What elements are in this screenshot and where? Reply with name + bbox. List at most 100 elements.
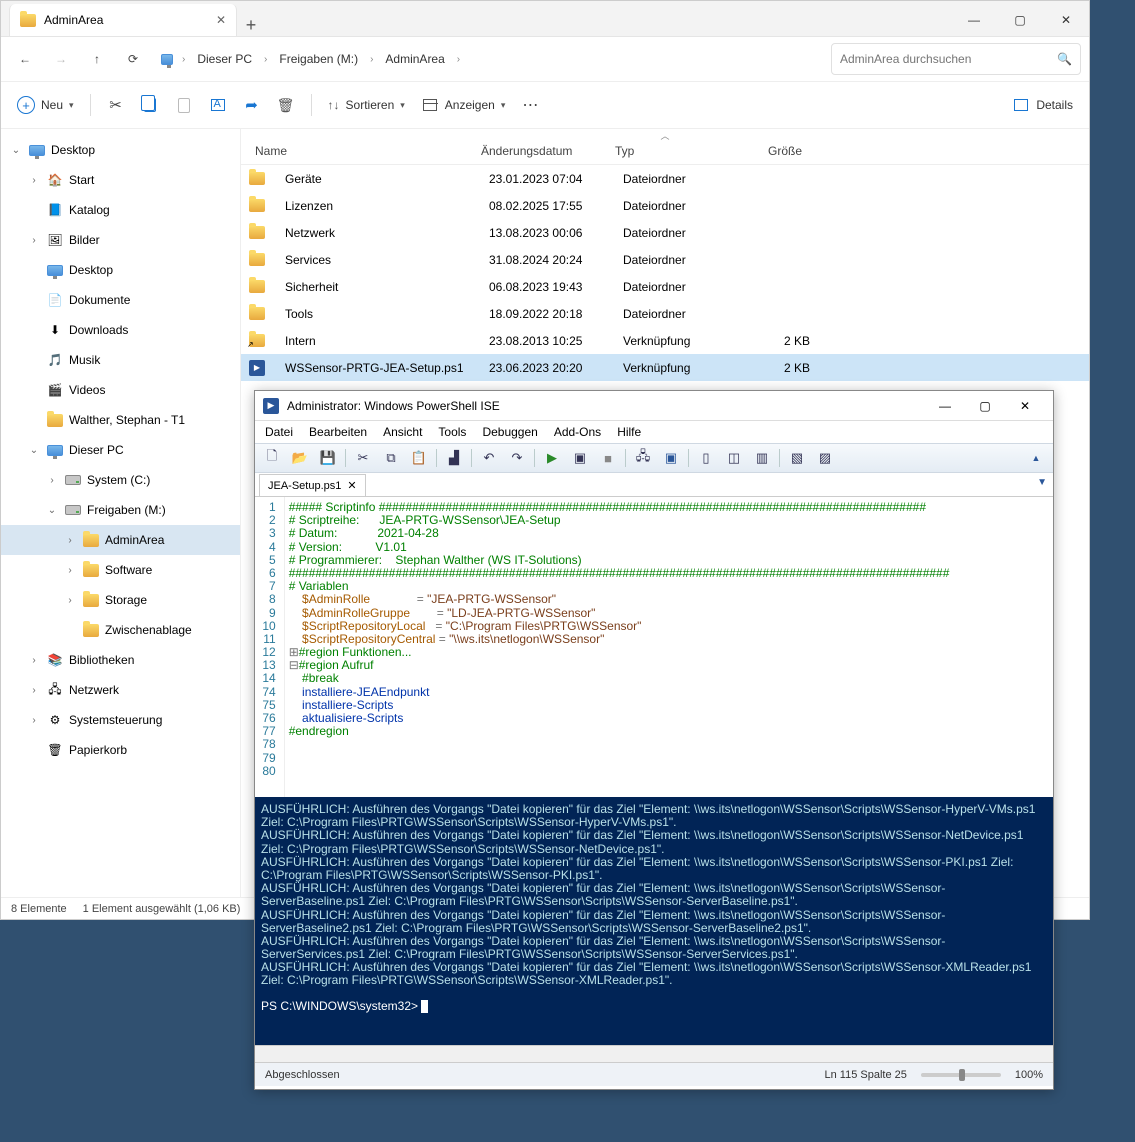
- search-input[interactable]: [840, 52, 1051, 66]
- cmd-explorer-icon[interactable]: ▨: [814, 447, 836, 469]
- ise-maximize-button[interactable]: ▢: [965, 392, 1005, 420]
- chevron-right-icon[interactable]: ›: [452, 54, 465, 65]
- crumb-2[interactable]: AdminArea: [380, 52, 449, 66]
- tree-sidebar[interactable]: ⌄Desktop›🏠Start📘Katalog›🖼BilderDesktop📄D…: [1, 129, 241, 897]
- layout3-icon[interactable]: ▥: [751, 447, 773, 469]
- zoom-slider[interactable]: [921, 1073, 1001, 1077]
- run-icon[interactable]: ▶: [541, 447, 563, 469]
- paste-button[interactable]: [169, 88, 199, 122]
- tree-item[interactable]: 🗑Papierkorb: [1, 735, 240, 765]
- copy-button[interactable]: [135, 88, 165, 122]
- redo-icon[interactable]: ↷: [506, 447, 528, 469]
- forward-button[interactable]: →: [45, 43, 77, 75]
- tree-item[interactable]: ›Storage: [1, 585, 240, 615]
- sort-button[interactable]: ↑↓Sortieren▾: [322, 88, 411, 122]
- up-button[interactable]: ↑: [81, 43, 113, 75]
- tree-item[interactable]: ⌄Dieser PC: [1, 435, 240, 465]
- tree-item[interactable]: 🎬Videos: [1, 375, 240, 405]
- minimize-button[interactable]: —: [951, 4, 997, 36]
- more-button[interactable]: [515, 88, 545, 122]
- details-button[interactable]: Details: [1006, 88, 1079, 122]
- file-row[interactable]: Services31.08.2024 20:24Dateiordner: [241, 246, 1089, 273]
- tree-item[interactable]: 🎵Musik: [1, 345, 240, 375]
- column-headers[interactable]: Name Änderungsdatum Typ Größe: [241, 137, 1089, 165]
- column-resize-icon[interactable]: ︿: [241, 129, 1089, 137]
- col-size[interactable]: Größe: [730, 144, 810, 158]
- tree-item[interactable]: ›🏠Start: [1, 165, 240, 195]
- ise-menubar[interactable]: DateiBearbeitenAnsichtToolsDebuggenAdd-O…: [255, 421, 1053, 443]
- tree-twisty-icon[interactable]: ›: [27, 685, 41, 696]
- undo-icon[interactable]: ↶: [478, 447, 500, 469]
- cut-button[interactable]: [101, 88, 131, 122]
- tree-item[interactable]: Desktop: [1, 255, 240, 285]
- file-row[interactable]: Lizenzen08.02.2025 17:55Dateiordner: [241, 192, 1089, 219]
- tree-item[interactable]: Walther, Stephan - T1: [1, 405, 240, 435]
- tree-item[interactable]: ›System (C:): [1, 465, 240, 495]
- delete-button[interactable]: [271, 88, 301, 122]
- new-file-icon[interactable]: 🗋: [261, 447, 283, 469]
- ps-icon[interactable]: ▣: [660, 447, 682, 469]
- menu-item[interactable]: Debuggen: [482, 425, 537, 439]
- crumb-1[interactable]: Freigaben (M:): [274, 52, 363, 66]
- expand-icon[interactable]: ▼: [1037, 477, 1047, 488]
- tab-adminarea[interactable]: AdminArea ✕: [9, 4, 237, 36]
- col-type[interactable]: Typ: [615, 144, 730, 158]
- copy-icon[interactable]: ⧉: [380, 447, 402, 469]
- tab-add-button[interactable]: +: [237, 15, 265, 36]
- chevron-right-icon[interactable]: ›: [177, 54, 190, 65]
- tree-item[interactable]: ›🖼Bilder: [1, 225, 240, 255]
- maximize-button[interactable]: ▢: [997, 4, 1043, 36]
- menu-item[interactable]: Bearbeiten: [309, 425, 367, 439]
- ise-close-button[interactable]: ✕: [1005, 392, 1045, 420]
- close-button[interactable]: ✕: [1043, 4, 1089, 36]
- search-icon[interactable]: 🔍: [1057, 52, 1072, 66]
- cut-icon[interactable]: ✂: [352, 447, 374, 469]
- tree-item[interactable]: ›⚙Systemsteuerung: [1, 705, 240, 735]
- tree-twisty-icon[interactable]: ⌄: [27, 445, 41, 456]
- layout2-icon[interactable]: ◫: [723, 447, 745, 469]
- search-box[interactable]: 🔍: [831, 43, 1081, 75]
- file-row[interactable]: Geräte23.01.2023 07:04Dateiordner: [241, 165, 1089, 192]
- file-row[interactable]: ↗Intern23.08.2013 10:25Verknüpfung2 KB: [241, 327, 1089, 354]
- tree-twisty-icon[interactable]: ›: [63, 565, 77, 576]
- tree-item[interactable]: ›Software: [1, 555, 240, 585]
- menu-item[interactable]: Hilfe: [617, 425, 641, 439]
- file-row[interactable]: ▶WSSensor-PRTG-JEA-Setup.ps123.06.2023 2…: [241, 354, 1089, 381]
- tree-item[interactable]: Zwischenablage: [1, 615, 240, 645]
- paste-icon[interactable]: 📋: [408, 447, 430, 469]
- crumb-0[interactable]: Dieser PC: [192, 52, 257, 66]
- tree-twisty-icon[interactable]: ⌄: [9, 145, 23, 156]
- back-button[interactable]: ←: [9, 43, 41, 75]
- ise-scrollbar[interactable]: [255, 1045, 1053, 1062]
- tab-close-icon[interactable]: ✕: [216, 13, 226, 27]
- refresh-button[interactable]: ⟳: [117, 43, 149, 75]
- ise-editor[interactable]: 1 2 3 4 5 6 7 8 9 10 11 12 13 14 74 75 7…: [255, 497, 1053, 797]
- ise-tab-close-icon[interactable]: ✕: [347, 479, 356, 492]
- chevron-right-icon[interactable]: ›: [365, 54, 378, 65]
- tree-item[interactable]: 📘Katalog: [1, 195, 240, 225]
- ise-toolbar[interactable]: 🗋 📂 💾 ✂ ⧉ 📋 ▟ ↶ ↷ ▶ ▣ ■ 🖧 ▣ ▯ ◫ ▥ ▧ ▨ ▲: [255, 443, 1053, 473]
- tree-twisty-icon[interactable]: ›: [27, 175, 41, 186]
- tree-twisty-icon[interactable]: ›: [45, 475, 59, 486]
- share-button[interactable]: [237, 88, 267, 122]
- clear-icon[interactable]: ▟: [443, 447, 465, 469]
- ise-titlebar[interactable]: ▶ Administrator: Windows PowerShell ISE …: [255, 391, 1053, 421]
- file-row[interactable]: Netzwerk13.08.2023 00:06Dateiordner: [241, 219, 1089, 246]
- tree-twisty-icon[interactable]: ›: [63, 535, 77, 546]
- menu-item[interactable]: Ansicht: [383, 425, 422, 439]
- cmd-addon-icon[interactable]: ▧: [786, 447, 808, 469]
- save-icon[interactable]: 💾: [317, 447, 339, 469]
- tree-item[interactable]: ⌄Freigaben (M:): [1, 495, 240, 525]
- new-button[interactable]: +Neu▾: [11, 88, 80, 122]
- tree-item[interactable]: ⌄Desktop: [1, 135, 240, 165]
- tree-item[interactable]: ›📚Bibliotheken: [1, 645, 240, 675]
- rename-button[interactable]: [203, 88, 233, 122]
- col-name[interactable]: Name: [241, 144, 481, 158]
- tree-twisty-icon[interactable]: ›: [27, 235, 41, 246]
- menu-item[interactable]: Add-Ons: [554, 425, 601, 439]
- tree-item[interactable]: ⬇Downloads: [1, 315, 240, 345]
- col-date[interactable]: Änderungsdatum: [481, 144, 615, 158]
- tree-twisty-icon[interactable]: ⌄: [45, 505, 59, 516]
- open-file-icon[interactable]: 📂: [289, 447, 311, 469]
- ise-script-tabs[interactable]: JEA-Setup.ps1 ✕ ▼: [255, 473, 1053, 497]
